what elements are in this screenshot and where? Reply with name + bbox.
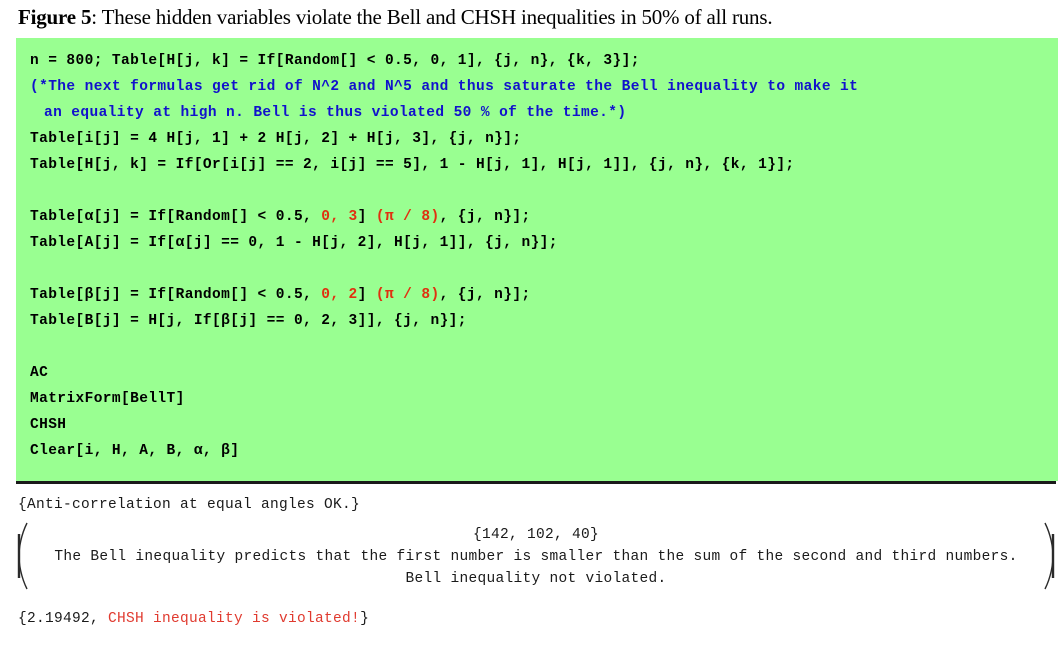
code-line-AC: AC bbox=[30, 365, 49, 381]
code-blank-line-2 bbox=[30, 256, 1058, 282]
beta-seg-prefix: Table[β[j] = If[Random[] < 0.5, bbox=[30, 287, 322, 303]
code-line-table-beta: Table[β[j] = If[Random[] < 0.5, 0, 2] (π… bbox=[30, 282, 1058, 308]
chsh-violation-message: CHSH inequality is violated! bbox=[108, 611, 361, 627]
right-paren-icon bbox=[1042, 522, 1056, 590]
code-line-1: n = 800; Table[H[j, k] = If[Random[] < 0… bbox=[30, 53, 640, 69]
output-anticorrelation: {Anti-correlation at equal angles OK.} bbox=[18, 497, 361, 513]
figure-caption: Figure 5: These hidden variables violate… bbox=[18, 2, 1058, 32]
matrix-row-numbers: {142, 102, 40} bbox=[472, 527, 600, 543]
figure-caption-text: : These hidden variables violate the Bel… bbox=[91, 5, 773, 29]
code-blank-line-1 bbox=[30, 178, 1058, 204]
code-line-table-A: Table[A[j] = If[α[j] == 0, 1 - H[j, 2], … bbox=[30, 235, 558, 251]
output-chsh: {2.19492, CHSH inequality is violated!} bbox=[18, 608, 369, 630]
alpha-seg-values: 0, 3 bbox=[321, 209, 358, 225]
code-line-CHSH: CHSH bbox=[30, 417, 67, 433]
beta-seg-angle: (π / 8) bbox=[375, 287, 440, 303]
figure-number: Figure 5 bbox=[18, 5, 92, 29]
output-matrixform: {142, 102, 40} The Bell inequality predi… bbox=[16, 522, 1056, 590]
matrix-row-prediction: The Bell inequality predicts that the fi… bbox=[54, 549, 1018, 565]
beta-seg-suffix: , {j, n}]; bbox=[439, 287, 531, 303]
code-line-table-alpha: Table[α[j] = If[Random[] < 0.5, 0, 3] (π… bbox=[30, 204, 1058, 230]
code-line-comment-2: an equality at high n. Bell is thus viol… bbox=[44, 105, 627, 121]
code-line-clear: Clear[i, H, A, B, α, β] bbox=[30, 443, 240, 459]
matrix-rows: {142, 102, 40} The Bell inequality predi… bbox=[30, 524, 1042, 590]
left-paren-icon bbox=[16, 522, 30, 590]
cell-divider bbox=[16, 481, 1056, 484]
alpha-seg-suffix: , {j, n}]; bbox=[439, 209, 531, 225]
code-line-table-i: Table[i[j] = 4 H[j, 1] + 2 H[j, 2] + H[j… bbox=[30, 131, 522, 147]
alpha-seg-prefix: Table[α[j] = If[Random[] < 0.5, bbox=[30, 209, 322, 225]
alpha-seg-angle: (π / 8) bbox=[375, 209, 440, 225]
chsh-closing-brace: } bbox=[360, 611, 370, 627]
chsh-value: {2.19492, bbox=[18, 611, 109, 627]
code-line-table-B: Table[B[j] = H[j, If[β[j] == 0, 2, 3]], … bbox=[30, 313, 467, 329]
code-lines-container: n = 800; Table[H[j, k] = If[Random[] < 0… bbox=[16, 38, 1058, 464]
matrix-row-verdict: Bell inequality not violated. bbox=[405, 571, 667, 587]
code-line-comment-1: (*The next formulas get rid of N^2 and N… bbox=[30, 79, 859, 95]
code-blank-line-3 bbox=[30, 334, 1058, 360]
figure-page: Figure 5: These hidden variables violate… bbox=[0, 0, 1062, 648]
beta-seg-mid: ] bbox=[357, 287, 376, 303]
alpha-seg-mid: ] bbox=[357, 209, 376, 225]
code-line-matrixform: MatrixForm[BellT] bbox=[30, 391, 185, 407]
mathematica-input-cell[interactable]: n = 800; Table[H[j, k] = If[Random[] < 0… bbox=[16, 38, 1058, 481]
code-line-table-H: Table[H[j, k] = If[Or[i[j] == 2, i[j] ==… bbox=[30, 157, 795, 173]
beta-seg-values: 0, 2 bbox=[321, 287, 358, 303]
